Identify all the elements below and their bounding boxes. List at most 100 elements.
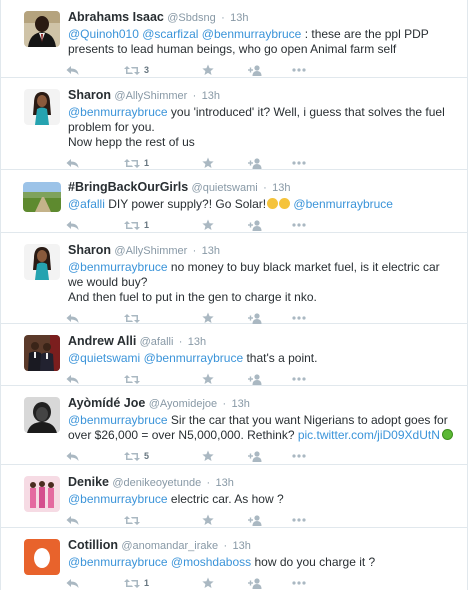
retweet-button[interactable]: 3	[124, 65, 202, 76]
favorite-button[interactable]	[202, 157, 248, 169]
mention-link[interactable]: @moshdaboss	[171, 555, 251, 569]
tweet[interactable]: Sharon @AllyShimmer · 13h @benmurraybruc…	[1, 78, 467, 170]
author-handle[interactable]: @anomandar_irake	[121, 540, 218, 552]
favorite-button[interactable]	[202, 64, 248, 76]
more-button[interactable]	[292, 377, 312, 381]
mention-link[interactable]: @benmurraybruce	[68, 555, 168, 569]
author-name[interactable]: Andrew Alli	[68, 334, 136, 348]
timestamp[interactable]: 13h	[188, 336, 206, 348]
mention-link[interactable]: @benmurraybruce	[293, 197, 393, 211]
favorite-button[interactable]	[202, 450, 248, 462]
reply-button[interactable]	[66, 65, 124, 76]
retweet-button[interactable]: 1	[124, 220, 202, 231]
follow-button[interactable]	[248, 312, 292, 324]
mention-link[interactable]: @benmurraybruce	[68, 105, 168, 119]
more-icon	[292, 161, 306, 165]
tweet[interactable]: Abrahams Isaac @Sbdsng · 13h @Quinoh010 …	[1, 0, 467, 78]
avatar[interactable]	[24, 476, 60, 512]
author-name[interactable]: Sharon	[68, 88, 111, 102]
favorite-button[interactable]	[202, 577, 248, 589]
follow-button[interactable]	[248, 514, 292, 526]
follow-button[interactable]	[248, 373, 292, 385]
reply-button[interactable]	[66, 158, 124, 169]
avatar[interactable]	[24, 89, 60, 125]
avatar[interactable]	[24, 397, 60, 433]
avatar[interactable]	[23, 182, 61, 212]
author-handle[interactable]: @Sbdsng	[167, 12, 215, 24]
retweet-button[interactable]	[124, 374, 202, 385]
reply-button[interactable]	[66, 451, 124, 462]
follow-button[interactable]	[248, 577, 292, 589]
media-link[interactable]: pic.twitter.com/jiD09XdUtN	[298, 428, 440, 442]
timestamp[interactable]: 13h	[216, 477, 234, 489]
favorite-button[interactable]	[202, 219, 248, 231]
author-name[interactable]: #BringBackOurGirls	[68, 180, 188, 194]
tweet-text-segment: DIY power supply?! Go Solar!	[104, 197, 267, 211]
timestamp[interactable]: 13h	[202, 90, 220, 102]
tweet[interactable]: Ayòmídé Joe @Ayomidejoe · 13h @benmurray…	[1, 386, 467, 465]
author-name[interactable]: Ayòmídé Joe	[68, 396, 145, 410]
more-button[interactable]	[292, 68, 312, 72]
mention-link[interactable]: @benmurraybruce	[144, 351, 244, 365]
author-name[interactable]: Sharon	[68, 243, 111, 257]
retweet-button[interactable]: 1	[124, 158, 202, 169]
tweet[interactable]: Cotillion @anomandar_irake · 13h @benmur…	[1, 528, 467, 590]
reply-button[interactable]	[66, 313, 124, 324]
retweet-button[interactable]: 5	[124, 451, 202, 462]
follow-button[interactable]	[248, 450, 292, 462]
retweet-button[interactable]	[124, 313, 202, 324]
avatar[interactable]	[24, 335, 60, 371]
retweet-button[interactable]	[124, 515, 202, 526]
author-name[interactable]: Abrahams Isaac	[68, 10, 164, 24]
author-name[interactable]: Cotillion	[68, 538, 118, 552]
more-button[interactable]	[292, 581, 312, 585]
author-handle[interactable]: @quietswami	[192, 182, 258, 194]
author-handle[interactable]: @afalli	[140, 336, 174, 348]
timestamp[interactable]: 13h	[272, 182, 290, 194]
tweet-text-segment: And then fuel to put in the gen to charg…	[68, 290, 317, 304]
timestamp[interactable]: 13h	[230, 12, 248, 24]
favorite-button[interactable]	[202, 312, 248, 324]
mention-link[interactable]: @quietswami	[68, 351, 140, 365]
follow-button[interactable]	[248, 64, 292, 76]
follow-button[interactable]	[248, 157, 292, 169]
retweet-count: 5	[144, 451, 150, 461]
mention-link[interactable]: @benmurraybruce	[202, 27, 302, 41]
author-handle[interactable]: @AllyShimmer	[114, 90, 187, 102]
tweet-text: @quietswami @benmurraybruce that's a poi…	[68, 351, 457, 366]
follow-button[interactable]	[248, 219, 292, 231]
favorite-button[interactable]	[202, 373, 248, 385]
author-handle[interactable]: @AllyShimmer	[114, 245, 187, 257]
reply-icon	[66, 65, 79, 76]
tweet[interactable]: #BringBackOurGirls @quietswami · 13h @af…	[1, 170, 467, 233]
tweet[interactable]: Sharon @AllyShimmer · 13h @benmurraybruc…	[1, 233, 467, 324]
reply-button[interactable]	[66, 578, 124, 589]
mention-link[interactable]: @benmurraybruce	[68, 260, 168, 274]
avatar[interactable]	[24, 244, 60, 280]
mention-link[interactable]: @afalli	[68, 197, 105, 211]
mention-link[interactable]: @Quinoh010	[68, 27, 139, 41]
reply-button[interactable]	[66, 515, 124, 526]
more-button[interactable]	[292, 454, 312, 458]
avatar[interactable]	[24, 11, 60, 47]
favorite-button[interactable]	[202, 514, 248, 526]
more-button[interactable]	[292, 316, 312, 320]
retweet-button[interactable]: 1	[124, 578, 202, 589]
more-button[interactable]	[292, 223, 312, 227]
mention-link[interactable]: @scarfizal	[142, 27, 198, 41]
timestamp[interactable]: 13h	[202, 245, 220, 257]
author-handle[interactable]: @denikeoyetunde	[112, 477, 201, 489]
mention-link[interactable]: @benmurraybruce	[68, 413, 168, 427]
timestamp[interactable]: 13h	[232, 540, 250, 552]
author-handle[interactable]: @Ayomidejoe	[149, 398, 217, 410]
tweet[interactable]: Denike @denikeoyetunde · 13h @benmurrayb…	[1, 465, 467, 528]
author-name[interactable]: Denike	[68, 475, 109, 489]
more-button[interactable]	[292, 518, 312, 522]
mention-link[interactable]: @benmurraybruce	[68, 492, 168, 506]
reply-button[interactable]	[66, 220, 124, 231]
tweet[interactable]: Andrew Alli @afalli · 13h @quietswami @b…	[1, 324, 467, 386]
reply-button[interactable]	[66, 374, 124, 385]
timestamp[interactable]: 13h	[232, 398, 250, 410]
more-button[interactable]	[292, 161, 312, 165]
avatar[interactable]	[24, 539, 60, 575]
